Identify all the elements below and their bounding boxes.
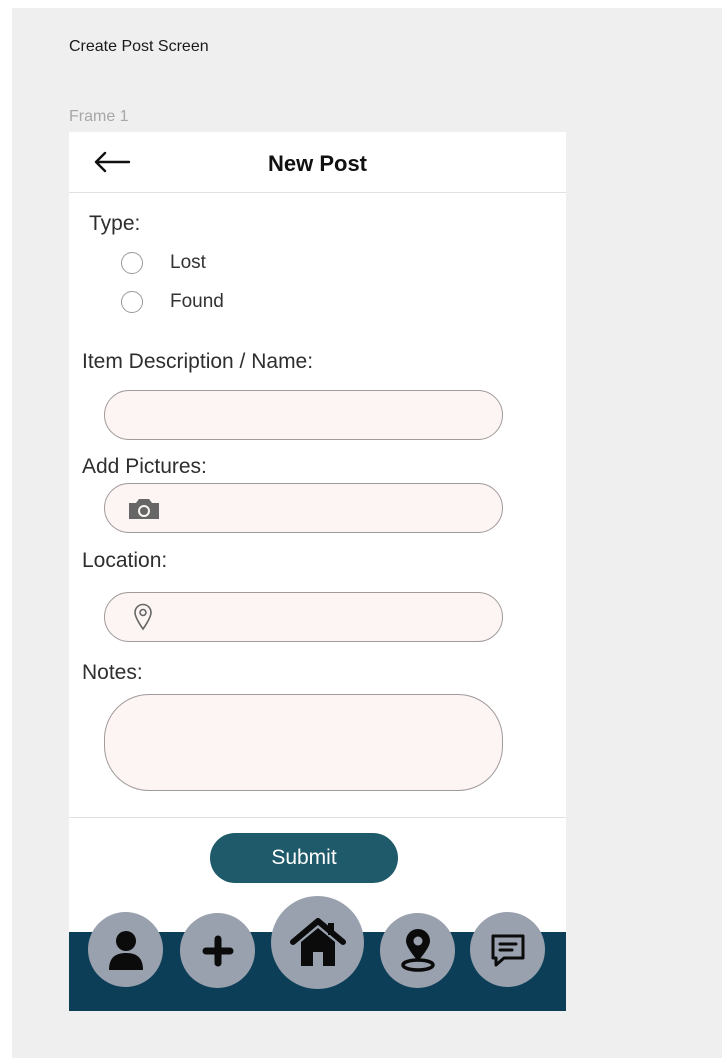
user-icon	[108, 930, 143, 970]
nav-map-button[interactable]	[380, 913, 455, 988]
location-label: Location:	[82, 549, 168, 572]
app-header: New Post	[69, 132, 566, 193]
nav-home-button[interactable]	[271, 896, 364, 989]
submit-button[interactable]: Submit	[210, 833, 398, 883]
radio-lost-label: Lost	[170, 252, 206, 273]
chat-icon	[491, 934, 524, 966]
type-option-lost[interactable]: Lost	[121, 250, 206, 276]
radio-found[interactable]	[121, 291, 143, 313]
notes-input[interactable]	[104, 694, 503, 791]
form-divider	[69, 817, 566, 818]
nav-create-post-button[interactable]	[180, 913, 255, 988]
radio-lost[interactable]	[121, 252, 143, 274]
description-label: Item Description / Name:	[82, 350, 314, 373]
camera-icon	[129, 499, 159, 519]
radio-found-label: Found	[170, 291, 224, 312]
description-input[interactable]	[104, 390, 503, 440]
page-title: Create Post Screen	[69, 38, 209, 55]
location-pin-icon	[400, 928, 435, 972]
phone-frame: New Post Type: Lost Found Item Descripti…	[69, 132, 566, 1011]
frame-label: Frame 1	[69, 108, 129, 125]
nav-profile-button[interactable]	[88, 912, 163, 987]
pictures-label: Add Pictures:	[82, 455, 207, 478]
type-option-found[interactable]: Found	[121, 289, 224, 315]
screen-title: New Post	[267, 151, 368, 176]
pictures-input[interactable]	[104, 483, 503, 533]
notes-label: Notes:	[82, 661, 143, 684]
plus-icon	[202, 935, 233, 966]
map-pin-icon	[134, 603, 152, 631]
location-input[interactable]	[104, 592, 503, 642]
home-icon	[289, 917, 346, 966]
nav-messages-button[interactable]	[470, 912, 545, 987]
type-label: Type:	[89, 212, 141, 235]
